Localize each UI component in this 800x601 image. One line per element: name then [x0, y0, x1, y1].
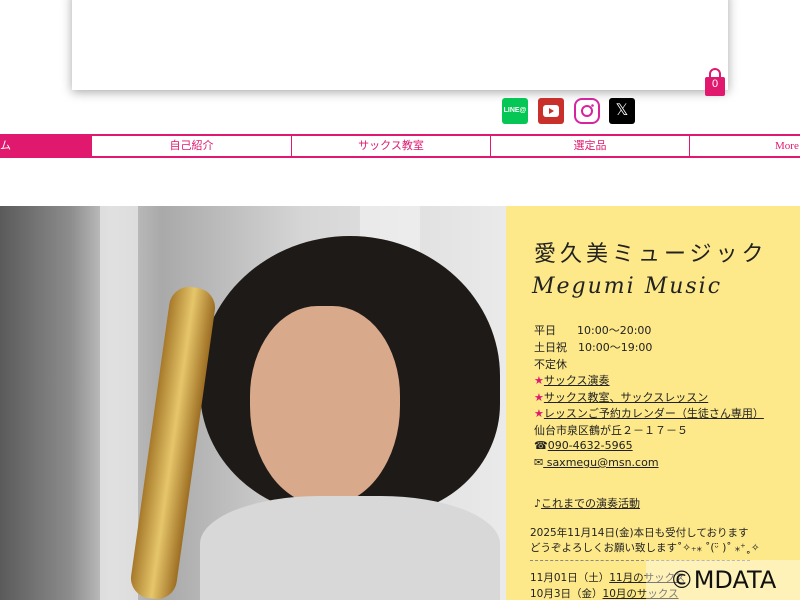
- nav-item-profile[interactable]: 自己紹介: [92, 136, 292, 156]
- star-icon: ★: [534, 391, 544, 404]
- nav-item-selected-items[interactable]: 選定品: [491, 136, 690, 156]
- nav-item-home[interactable]: ム: [0, 136, 92, 156]
- email-row: ✉ saxmegu@msn.com: [534, 456, 659, 469]
- schedule-date-1: 11月01日（土）: [530, 572, 610, 584]
- youtube-icon[interactable]: [538, 98, 564, 124]
- weekend-hours-row: 土日祝 10:00〜19:00: [534, 339, 652, 355]
- photo-face: [250, 306, 400, 506]
- nav-item-sax-class[interactable]: サックス教室: [292, 136, 491, 156]
- music-note-icon: ♪: [534, 497, 542, 510]
- line-icon[interactable]: LINE@: [502, 98, 528, 124]
- instagram-camera-icon: [581, 104, 594, 117]
- link-row-lessons: ★サックス教室、サックスレッスン: [534, 389, 708, 405]
- phone-icon: ☎: [534, 439, 548, 452]
- phone-row: ☎090-4632-5965: [534, 439, 633, 452]
- instagram-icon[interactable]: [574, 98, 600, 124]
- star-icon: ★: [534, 374, 544, 387]
- sax-performance-link[interactable]: サックス演奏: [544, 374, 610, 387]
- link-row-calendar: ★レッスンご予約カレンダー（生徒さん専用）: [534, 405, 764, 421]
- site-title: 愛久美ミュージック: [534, 242, 768, 267]
- watermark: ©MDATA: [646, 560, 800, 600]
- cart-button[interactable]: 0: [704, 68, 726, 96]
- star-icon: ★: [534, 407, 544, 420]
- x-icon[interactable]: 𝕏: [609, 98, 635, 124]
- weekend-hours: 10:00〜19:00: [578, 341, 653, 354]
- lesson-calendar-link[interactable]: レッスンご予約カレンダー（生徒さん専用）: [544, 407, 764, 420]
- mail-icon: ✉: [534, 456, 544, 469]
- weekday-hours: 10:00〜20:00: [577, 324, 652, 337]
- weekend-label: 土日祝: [534, 341, 567, 354]
- site-subtitle: Megumi Music: [532, 274, 723, 299]
- address: 仙台市泉区鶴が丘２－１７－５: [534, 424, 688, 437]
- sax-lessons-link[interactable]: サックス教室、サックスレッスン: [544, 391, 708, 404]
- weekday-label: 平日: [534, 324, 556, 337]
- youtube-play-icon: [543, 105, 559, 117]
- cart-count: 0: [711, 78, 719, 90]
- main-nav: ム 自己紹介 サックス教室 選定品 More: [0, 134, 800, 158]
- link-row-performance: ★サックス演奏: [534, 372, 610, 388]
- closed-days: 不定休: [534, 358, 567, 371]
- weekday-hours-row: 平日 10:00〜20:00: [534, 322, 651, 338]
- photo-shirt: [200, 496, 500, 600]
- notice-greeting: どうぞよろしくお願い致します˚✧₊⁎ ˚(ᵕ̈ )˚ ⁎⁺˳✧: [530, 542, 760, 554]
- performance-history-link[interactable]: これまでの演奏活動: [541, 497, 640, 510]
- header-card: [72, 0, 728, 90]
- hero-photo: [0, 206, 506, 600]
- notice-date: 2025年11月14日(金)本日も受付しております: [530, 527, 749, 539]
- nav-item-more[interactable]: More: [690, 136, 800, 156]
- phone-link[interactable]: 090-4632-5965: [548, 439, 633, 452]
- photo-pillar: [100, 206, 138, 600]
- info-panel: 愛久美ミュージック Megumi Music 平日 10:00〜20:00 土日…: [506, 206, 800, 600]
- history-row: ♪これまでの演奏活動: [534, 495, 640, 511]
- email-link[interactable]: saxmegu@msn.com: [543, 456, 659, 469]
- schedule-date-2: 10月3日（金）: [530, 588, 603, 600]
